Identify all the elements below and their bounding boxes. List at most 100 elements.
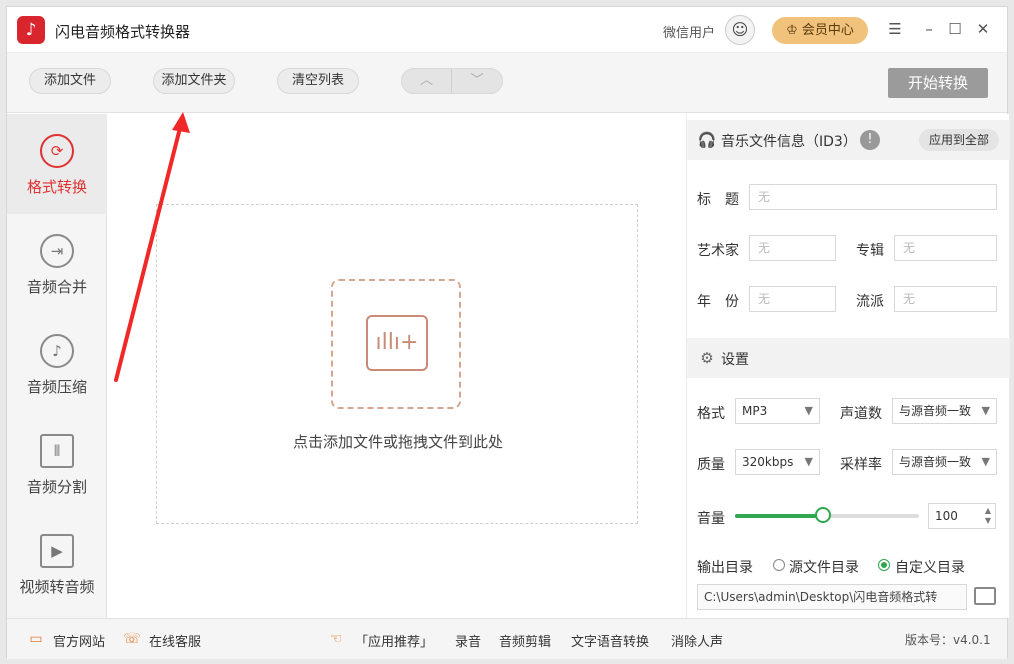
add-audio-box[interactable]: ıllı+	[331, 279, 461, 409]
channels-select[interactable]: 与源音频一致 ▼	[892, 398, 997, 424]
spinner-icon[interactable]: ▲ ▼	[985, 506, 991, 526]
year-label: 年 份	[697, 294, 739, 310]
menu-icon[interactable]: ☰	[884, 17, 906, 41]
drop-hint: 点击添加文件或拖拽文件到此处	[292, 433, 503, 451]
add-audio-icon: ıllı+	[366, 315, 428, 371]
chevron-down-icon: ▼	[804, 455, 813, 468]
support-link[interactable]: 在线客服	[149, 631, 201, 650]
volume-value: 100	[935, 509, 958, 523]
vip-label: 会员中心	[801, 23, 854, 38]
sidebar-item-label: 格式转换	[26, 178, 87, 196]
genre-field[interactable]: 无	[894, 286, 997, 312]
genre-label: 流派	[856, 294, 884, 310]
version-label: 版本号：v4.0.1	[905, 633, 991, 647]
status-bar: ▭ 官方网站 ☏ 在线客服 ☜ 「应用推荐」 录音 音频剪辑 文字语音转换 消除…	[7, 618, 1007, 659]
album-label: 专辑	[856, 243, 884, 259]
volume-label: 音量	[697, 511, 725, 527]
volume-slider[interactable]	[735, 507, 919, 523]
split-icon: ⫴	[40, 434, 74, 468]
id3-section-header: 🎧 音乐文件信息（ID3） ! 应用到全部	[687, 120, 1010, 160]
samplerate-value: 与源音频一致	[899, 455, 972, 469]
channels-label: 声道数	[840, 406, 882, 422]
merge-icon: ⇥	[40, 234, 74, 268]
clear-list-button[interactable]: 清空列表	[277, 68, 359, 94]
start-convert-button[interactable]: 开始转换	[888, 68, 988, 98]
volume-slider-fill	[735, 514, 824, 518]
quality-value: 320kbps	[742, 455, 794, 469]
chevron-down-icon: ▼	[981, 404, 990, 417]
artist-label: 艺术家	[697, 243, 739, 259]
format-select[interactable]: MP3 ▼	[735, 398, 820, 424]
gear-icon: ⚙	[700, 349, 714, 367]
custom-dir-radio[interactable]	[878, 559, 890, 571]
format-value: MP3	[742, 404, 768, 418]
avatar[interactable]: ☺	[725, 15, 755, 45]
volume-slider-handle[interactable]	[815, 507, 832, 523]
sidebar-item-label: 视频转音频	[19, 578, 95, 596]
settings-section-header: ⚙ 设置	[687, 338, 1010, 378]
sidebar-item-video-to-audio[interactable]: ▶ 视频转音频	[7, 514, 107, 614]
output-dir-label: 输出目录	[697, 560, 753, 576]
title-bar: ♪ 闪电音频格式转换器 微信用户 ☺ ♔ 会员中心 ☰ – ☐ ✕	[7, 7, 1007, 53]
crown-icon: ♔	[786, 23, 802, 38]
sidebar: ⟳ 格式转换 ⇥ 音频合并 ♪ 音频压缩 ⫴ 音频分割 ▶ 视频转音频	[7, 114, 107, 618]
sidebar-item-label: 音频分割	[26, 478, 87, 496]
quality-label: 质量	[697, 457, 725, 473]
close-button[interactable]: ✕	[972, 17, 994, 41]
music-note-icon: ♪	[40, 334, 74, 368]
app-recommend-label: 「应用推荐」	[355, 635, 434, 650]
move-up-button[interactable]: ︿	[402, 69, 452, 93]
id3-section-title: 音乐文件信息（ID3）	[721, 134, 857, 150]
tts-link[interactable]: 文字语音转换	[571, 631, 649, 650]
source-dir-label[interactable]: 源文件目录	[789, 557, 859, 577]
sidebar-item-audio-compress[interactable]: ♪ 音频压缩	[7, 314, 107, 414]
settings-section-title: 设置	[721, 352, 749, 368]
thumb-icon: ☜	[329, 631, 343, 647]
output-path-field[interactable]: C:\Users\admin\Desktop\闪电音频格式转	[697, 584, 967, 610]
info-warning-icon[interactable]: !	[860, 130, 880, 150]
title-field[interactable]: 无	[749, 184, 997, 210]
volume-input[interactable]: 100 ▲ ▼	[928, 503, 996, 529]
year-field[interactable]: 无	[749, 286, 836, 312]
vip-center-button[interactable]: ♔ 会员中心	[772, 17, 868, 44]
convert-icon: ⟳	[40, 134, 74, 168]
samplerate-label: 采样率	[840, 457, 882, 473]
add-file-button[interactable]: 添加文件	[29, 68, 111, 94]
format-label: 格式	[697, 406, 725, 422]
headphones-icon: 🎧	[697, 131, 717, 149]
move-buttons: ︿ ﹀	[401, 68, 503, 94]
toolbar: 添加文件 添加文件夹 清空列表 ︿ ﹀ 开始转换	[7, 53, 1007, 113]
add-folder-button[interactable]: 添加文件夹	[153, 68, 235, 94]
user-name[interactable]: 微信用户	[663, 22, 715, 41]
app-logo-icon: ♪	[17, 16, 45, 44]
sidebar-item-audio-split[interactable]: ⫴ 音频分割	[7, 414, 107, 514]
artist-field[interactable]: 无	[749, 235, 836, 261]
sidebar-item-audio-merge[interactable]: ⇥ 音频合并	[7, 214, 107, 314]
record-link[interactable]: 录音	[455, 631, 481, 650]
monitor-icon: ▭	[29, 631, 43, 647]
sidebar-item-label: 音频合并	[26, 278, 87, 296]
minimize-button[interactable]: –	[918, 17, 940, 41]
title-label: 标 题	[697, 192, 739, 208]
source-dir-radio[interactable]	[773, 559, 785, 571]
album-field[interactable]: 无	[894, 235, 997, 261]
move-down-button[interactable]: ﹀	[452, 69, 502, 93]
settings-panel: 🎧 音乐文件信息（ID3） ! 应用到全部 标 题 无 艺术家 无 专辑 无 年…	[686, 114, 1010, 618]
drop-zone[interactable]: ıllı+ 点击添加文件或拖拽文件到此处	[156, 204, 638, 524]
website-link[interactable]: 官方网站	[53, 631, 105, 650]
quality-select[interactable]: 320kbps ▼	[735, 449, 820, 475]
channels-value: 与源音频一致	[899, 404, 972, 418]
apply-to-all-button[interactable]: 应用到全部	[919, 129, 999, 151]
app-window: ♪ 闪电音频格式转换器 微信用户 ☺ ♔ 会员中心 ☰ – ☐ ✕ 添加文件 添…	[6, 6, 1010, 659]
samplerate-select[interactable]: 与源音频一致 ▼	[892, 449, 997, 475]
custom-dir-label[interactable]: 自定义目录	[895, 557, 965, 577]
chevron-down-icon: ▼	[804, 404, 813, 417]
audio-edit-link[interactable]: 音频剪辑	[499, 631, 551, 650]
vocal-remove-link[interactable]: 消除人声	[671, 631, 723, 650]
file-list-area: ıllı+ 点击添加文件或拖拽文件到此处	[108, 114, 686, 618]
sidebar-item-format-convert[interactable]: ⟳ 格式转换	[7, 114, 107, 214]
folder-icon[interactable]	[974, 587, 996, 605]
headset-icon: ☏	[123, 631, 141, 647]
chevron-down-icon: ▼	[981, 455, 990, 468]
maximize-button[interactable]: ☐	[944, 17, 966, 41]
